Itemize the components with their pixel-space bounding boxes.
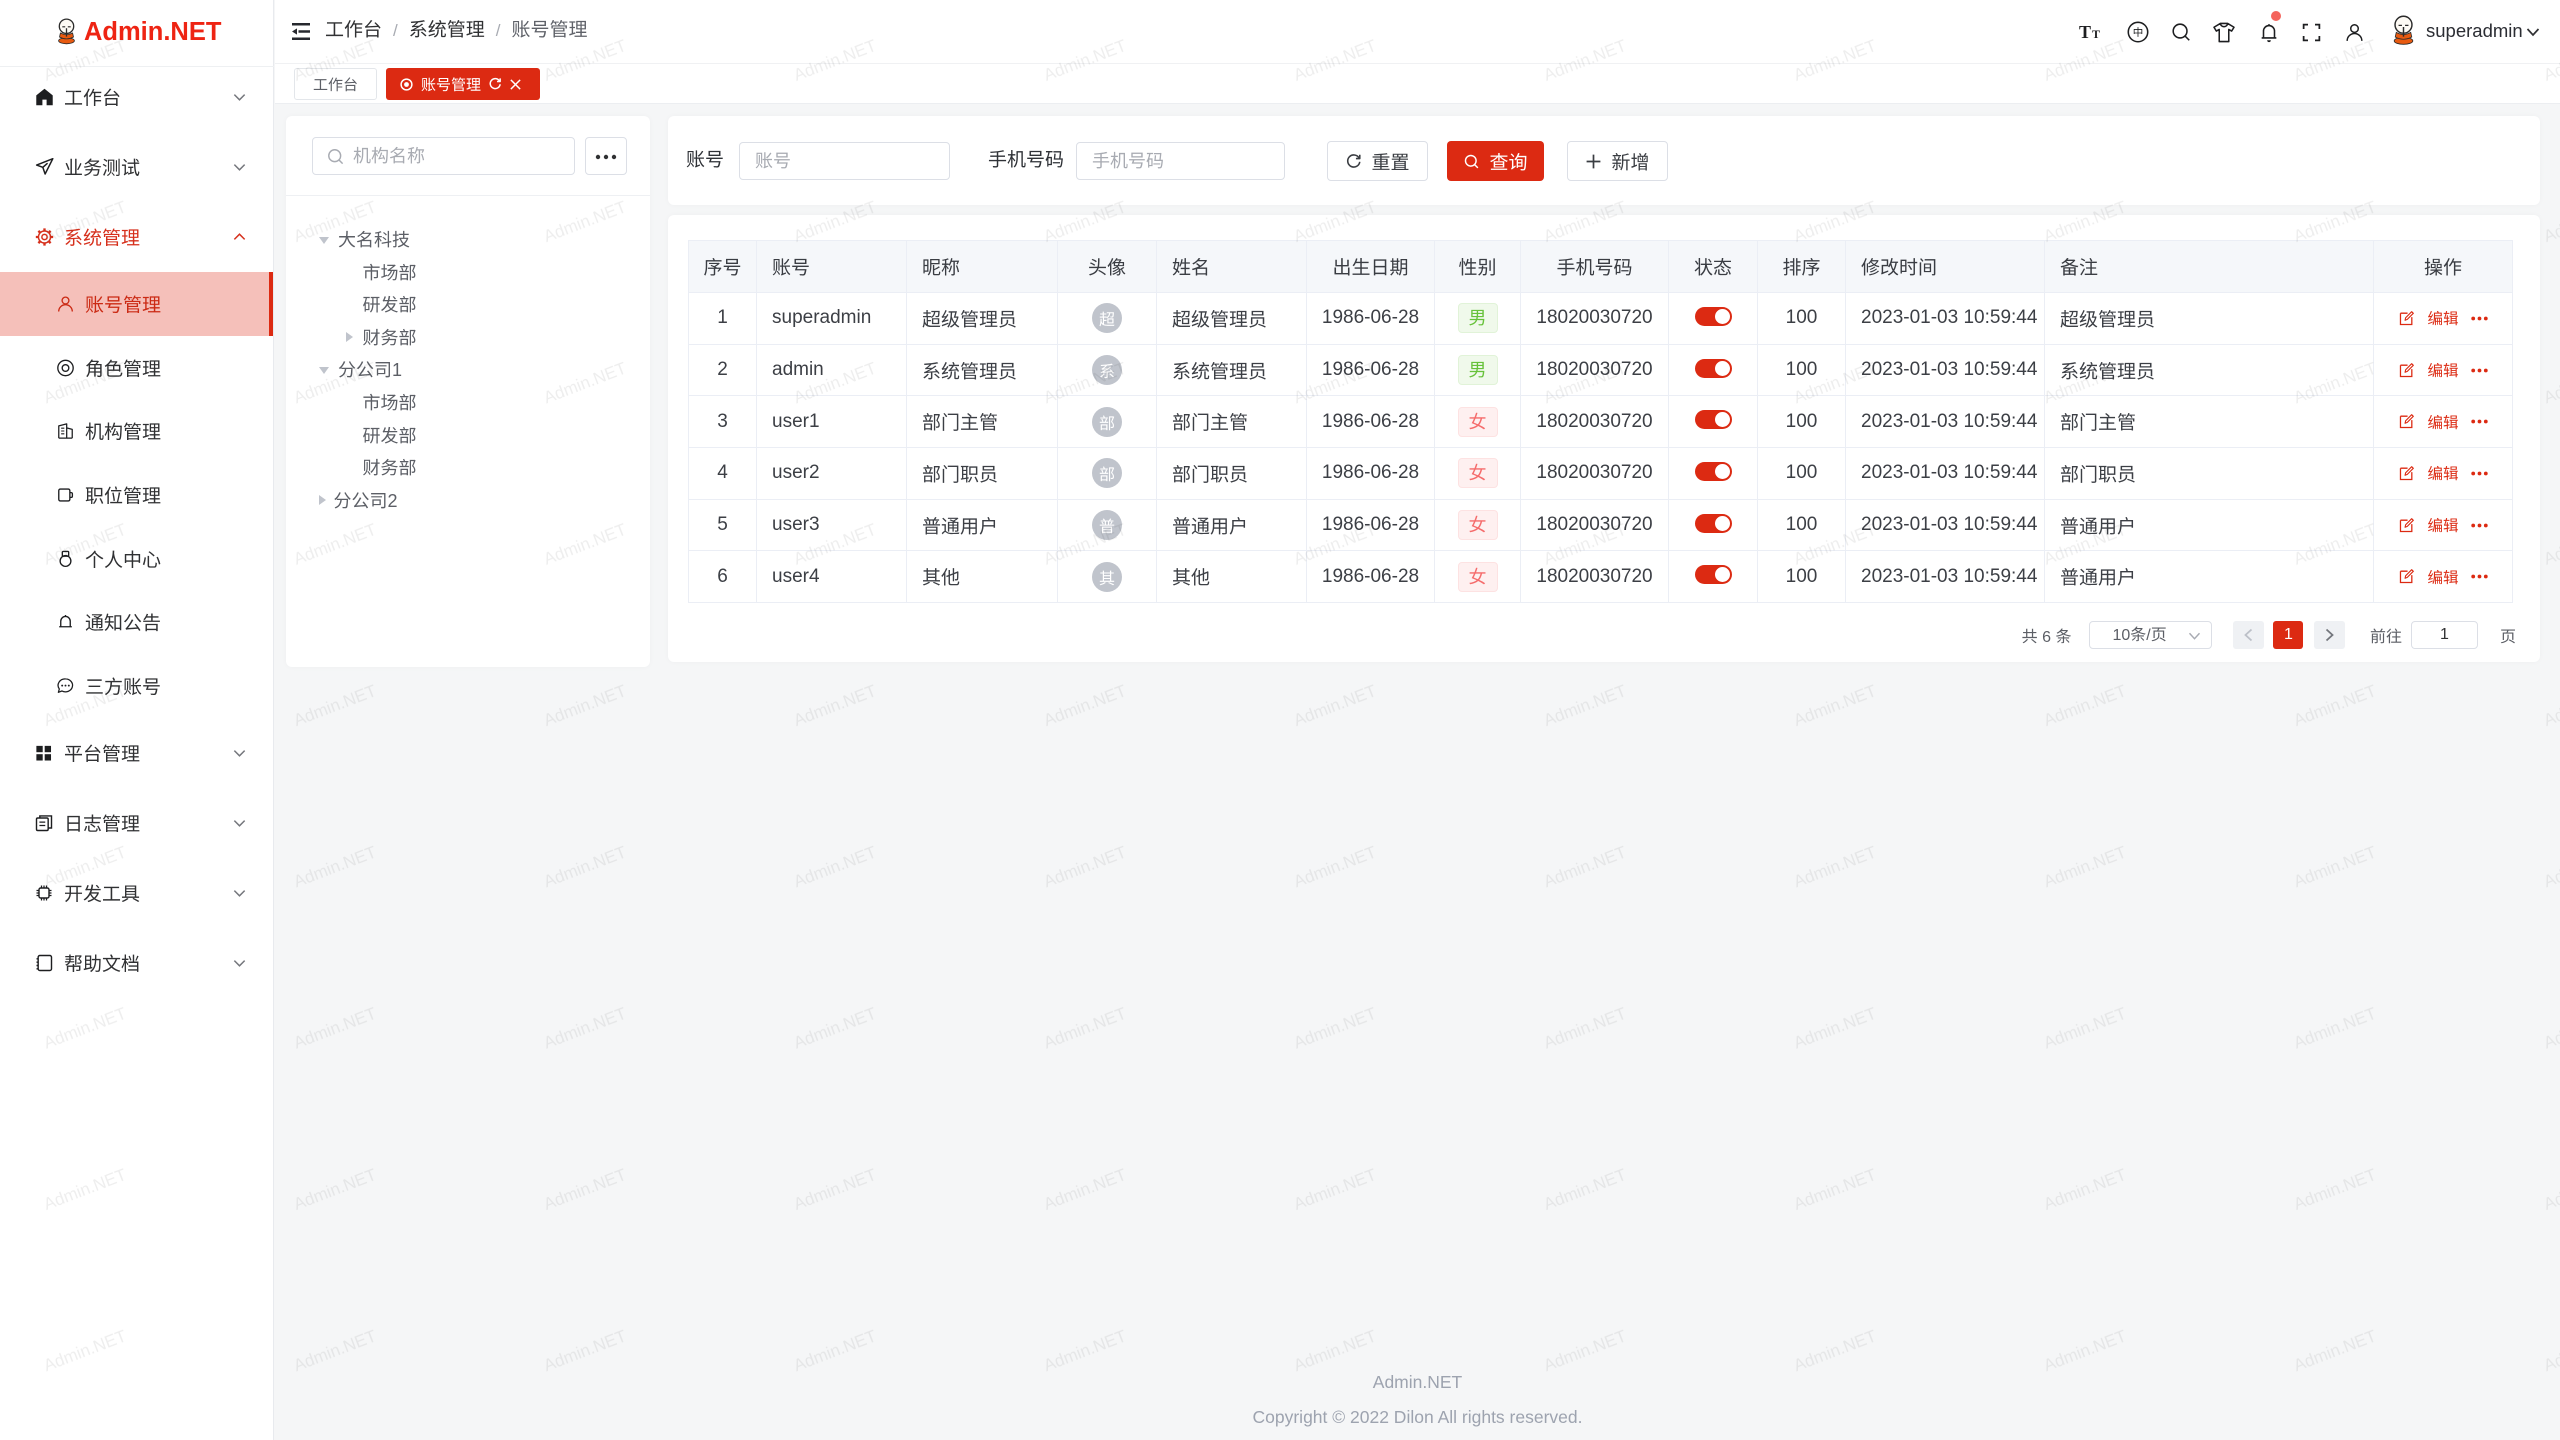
- svg-text:T: T: [2092, 27, 2100, 41]
- svg-text:中: 中: [2132, 25, 2143, 40]
- svg-text:T: T: [2079, 23, 2091, 42]
